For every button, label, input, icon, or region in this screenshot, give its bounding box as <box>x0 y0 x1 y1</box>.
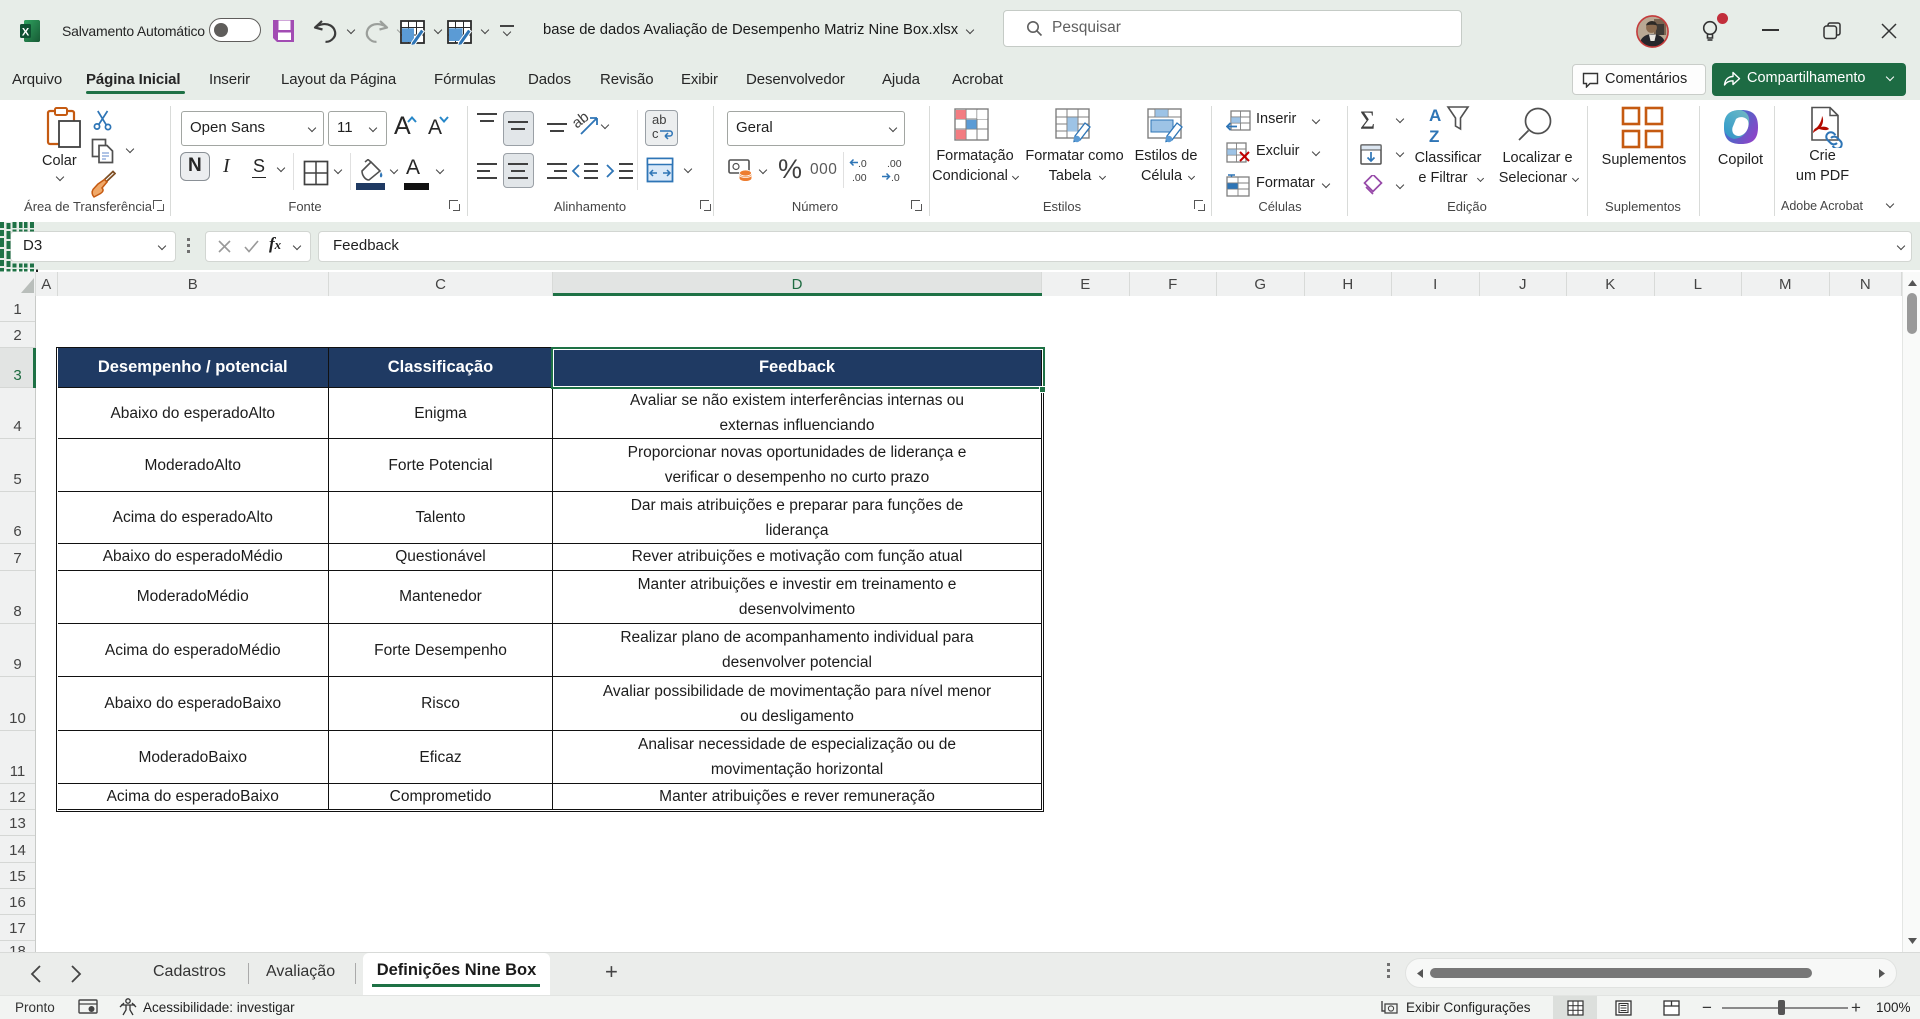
svg-text:A: A <box>1429 106 1441 125</box>
svg-text:Z: Z <box>1429 127 1439 146</box>
svg-text:.0: .0 <box>891 172 900 184</box>
svg-text:.00: .00 <box>887 158 902 170</box>
svg-text:X: X <box>22 27 30 39</box>
svg-text:.0: .0 <box>858 158 867 170</box>
svg-text:.00: .00 <box>852 172 867 184</box>
svg-text:ab: ab <box>569 108 593 132</box>
